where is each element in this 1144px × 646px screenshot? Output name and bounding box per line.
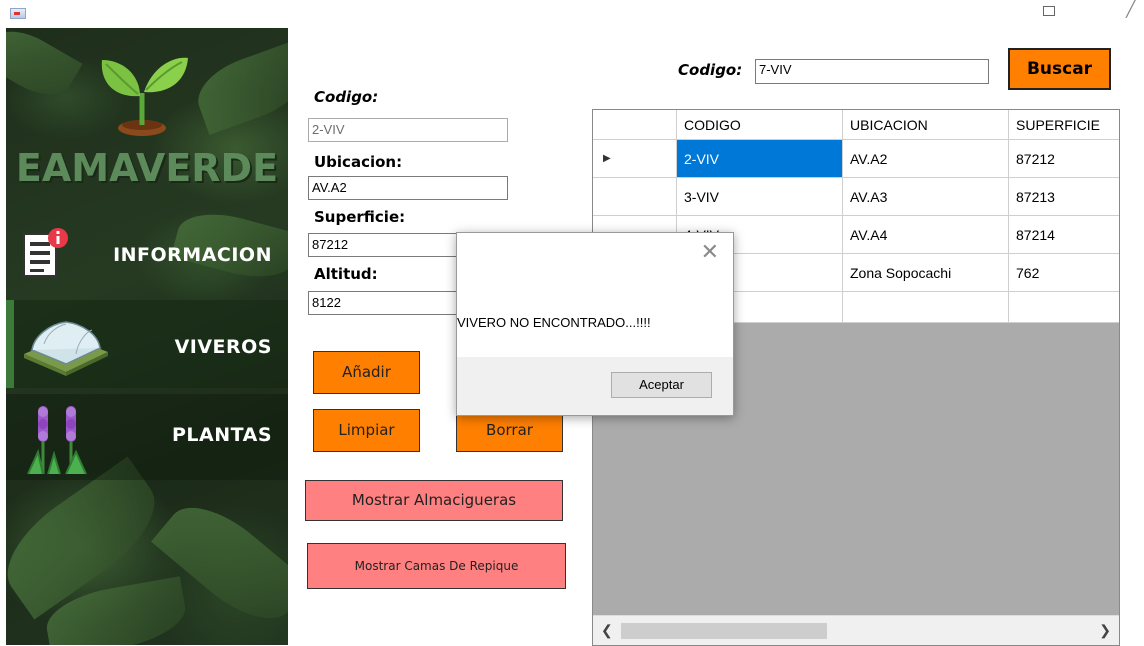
table-cell[interactable]: 87214 [1009, 216, 1119, 254]
row-pointer-triangle-right-icon[interactable]: ▶ [593, 140, 677, 178]
nav-item-label: INFORMACION [113, 244, 272, 266]
table-cell[interactable] [843, 292, 1009, 323]
chevron-right-icon[interactable]: ❯ [1099, 622, 1111, 639]
nav-item-label: VIVEROS [174, 336, 272, 358]
search-input[interactable]: 7-VIV [755, 59, 989, 84]
close-icon[interactable]: ╱ [1126, 2, 1136, 18]
column-header-superficie[interactable]: SUPERFICIE [1009, 110, 1119, 140]
nav-item-viveros[interactable]: VIVEROS [6, 300, 288, 388]
table-cell[interactable]: AV.A3 [843, 178, 1009, 216]
nav-item-informacion[interactable]: INFORMACION [6, 220, 288, 308]
column-header-ubicacion[interactable]: UBICACION [843, 110, 1009, 140]
table-cell[interactable]: AV.A4 [843, 216, 1009, 254]
horizontal-scrollbar[interactable]: ❮ ❯ [593, 615, 1119, 645]
scroll-thumb[interactable] [621, 623, 827, 639]
clear-button[interactable]: Limpiar [313, 409, 420, 452]
table-cell[interactable]: 87212 [1009, 140, 1119, 178]
lavender-plant-icon [27, 406, 87, 475]
app-icon [10, 8, 26, 19]
altitud-label: Altitud: [314, 265, 378, 283]
table-cell[interactable]: Zona Sopocachi [843, 254, 1009, 292]
dialog-footer: Aceptar [457, 357, 733, 415]
table-cell[interactable]: 87213 [1009, 178, 1119, 216]
nav-item-plantas[interactable]: PLANTAS [6, 394, 288, 480]
brand-name: EAMAVERDE [15, 146, 279, 190]
close-x-icon[interactable]: ✕ [701, 241, 719, 263]
table-cell[interactable]: AV.A2 [843, 140, 1009, 178]
table-cell[interactable]: 3-VIV [677, 178, 843, 216]
row-header[interactable] [593, 178, 677, 216]
document-info-icon [23, 228, 68, 277]
codigo-label: Codigo: [314, 88, 379, 106]
superficie-label: Superficie: [314, 208, 406, 226]
show-almacigueras-button[interactable]: Mostrar Almacigueras [305, 480, 563, 521]
search-label: Codigo: [678, 61, 743, 79]
greenhouse-icon [24, 321, 108, 376]
column-header-codigo[interactable]: CODIGO [677, 110, 843, 140]
add-button[interactable]: Añadir [313, 351, 420, 394]
codigo-field[interactable]: 2-VIV [308, 118, 508, 142]
row-header-corner [593, 110, 677, 140]
table-cell[interactable]: 762 [1009, 254, 1119, 292]
message-dialog: ✕ VIVERO NO ENCONTRADO...!!!! Aceptar [456, 232, 734, 416]
chevron-left-icon[interactable]: ❮ [601, 622, 613, 639]
sidebar: EAMAVERDE INFORMACION VIVEROS PLANTAS [6, 28, 288, 645]
dialog-message: VIVERO NO ENCONTRADO...!!!! [457, 315, 651, 330]
search-button[interactable]: Buscar [1008, 48, 1111, 90]
nav-item-label: PLANTAS [171, 424, 272, 446]
ubicacion-field[interactable]: AV.A2 [308, 176, 508, 200]
table-cell[interactable]: 2-VIV [677, 140, 843, 178]
maximize-icon[interactable] [1043, 6, 1055, 16]
ok-button[interactable]: Aceptar [611, 372, 712, 398]
show-camas-button[interactable]: Mostrar Camas De Repique [307, 543, 566, 589]
active-indicator [6, 300, 14, 388]
title-bar: ╱ [0, 0, 1144, 28]
table-cell[interactable] [1009, 292, 1119, 323]
sprout-logo-icon [101, 57, 188, 136]
ubicacion-label: Ubicacion: [314, 153, 403, 171]
